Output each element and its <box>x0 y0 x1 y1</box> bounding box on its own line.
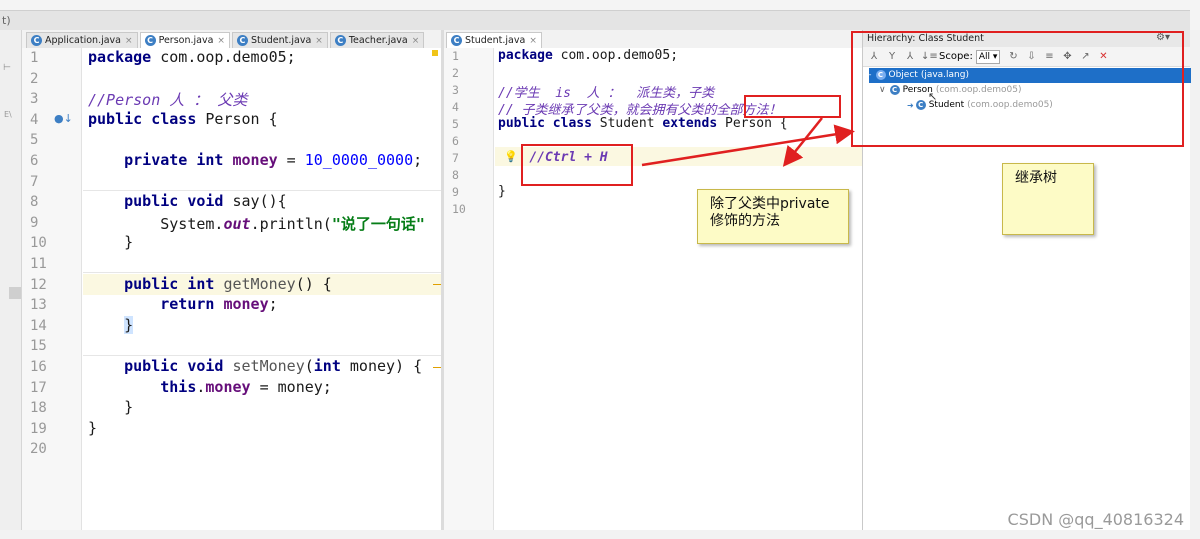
screenshot-root: ⊢ E\ t) C Application.java × C Person.ja… <box>0 0 1200 539</box>
note-tree: 继承树 <box>1002 163 1094 235</box>
annotation-arrows <box>641 117 855 167</box>
note-line: 继承树 <box>1015 170 1057 186</box>
note-line: 除了父类中private <box>710 196 830 212</box>
arrow-to-hierarchy <box>641 124 855 167</box>
watermark: CSDN @qq_40816324 <box>1007 510 1184 529</box>
note-private: 除了父类中private 修饰的方法 <box>697 189 849 244</box>
note-line: 修饰的方法 <box>710 213 780 229</box>
